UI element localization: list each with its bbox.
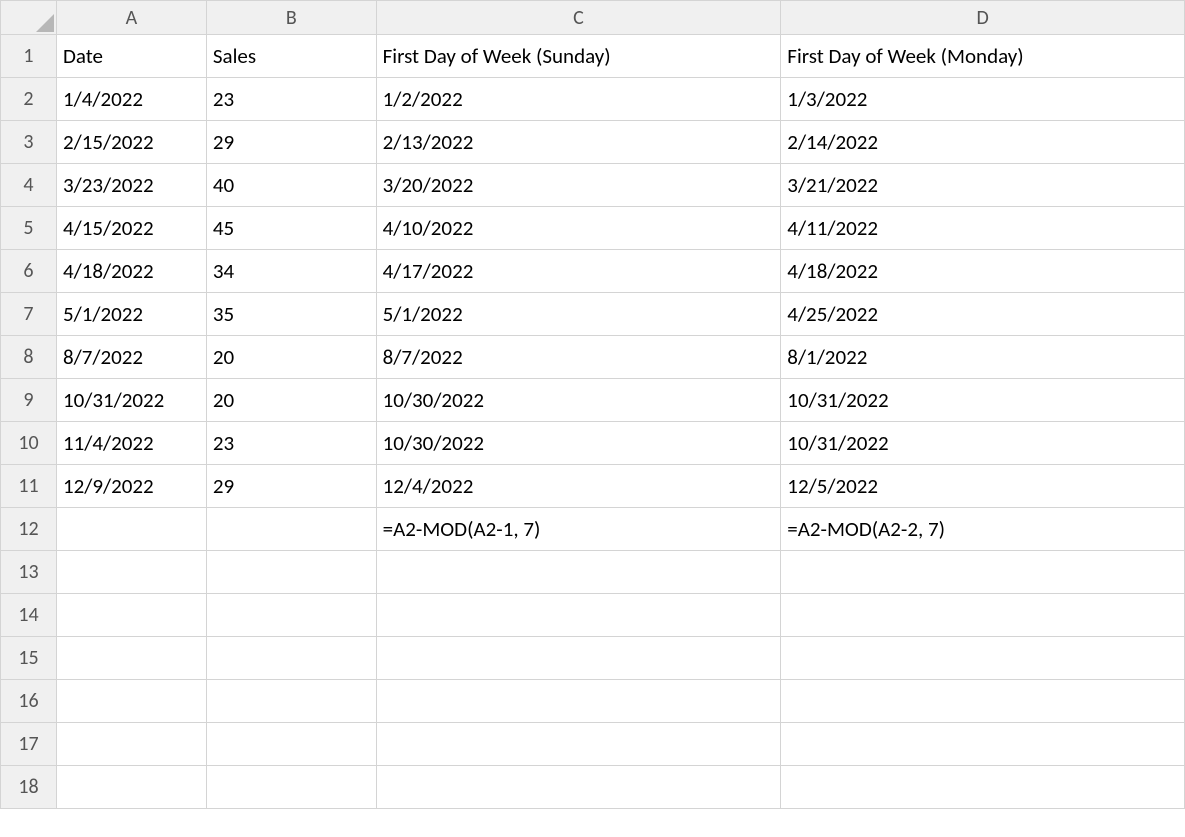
cell-C7[interactable]: 5/1/2022: [376, 293, 781, 336]
cell-D6[interactable]: 4/18/2022: [781, 250, 1185, 293]
cell-A8[interactable]: 8/7/2022: [56, 336, 206, 379]
cell-A15[interactable]: [56, 637, 206, 680]
cell-B4[interactable]: 40: [206, 164, 376, 207]
cell-C10[interactable]: 10/30/2022: [376, 422, 781, 465]
cell-D2[interactable]: 1/3/2022: [781, 78, 1185, 121]
cell-C8[interactable]: 8/7/2022: [376, 336, 781, 379]
cell-D5[interactable]: 4/11/2022: [781, 207, 1185, 250]
row-header-10[interactable]: 10: [1, 422, 57, 465]
cell-B16[interactable]: [206, 680, 376, 723]
row-header-16[interactable]: 16: [1, 680, 57, 723]
col-header-B[interactable]: B: [206, 1, 376, 35]
cell-D17[interactable]: [781, 723, 1185, 766]
cell-A5[interactable]: 4/15/2022: [56, 207, 206, 250]
row-header-14[interactable]: 14: [1, 594, 57, 637]
cell-C1[interactable]: First Day of Week (Sunday): [376, 35, 781, 78]
cell-A2[interactable]: 1/4/2022: [56, 78, 206, 121]
row-header-6[interactable]: 6: [1, 250, 57, 293]
cell-D10[interactable]: 10/31/2022: [781, 422, 1185, 465]
spreadsheet-grid[interactable]: A B C D 1 Date Sales First Day of Week (…: [0, 0, 1185, 809]
row-header-7[interactable]: 7: [1, 293, 57, 336]
cell-D18[interactable]: [781, 766, 1185, 809]
row-header-4[interactable]: 4: [1, 164, 57, 207]
row-header-3[interactable]: 3: [1, 121, 57, 164]
cell-A11[interactable]: 12/9/2022: [56, 465, 206, 508]
cell-A12[interactable]: [56, 508, 206, 551]
cell-A7[interactable]: 5/1/2022: [56, 293, 206, 336]
cell-A16[interactable]: [56, 680, 206, 723]
row-header-2[interactable]: 2: [1, 78, 57, 121]
row-header-15[interactable]: 15: [1, 637, 57, 680]
cell-B6[interactable]: 34: [206, 250, 376, 293]
cell-C17[interactable]: [376, 723, 781, 766]
cell-A18[interactable]: [56, 766, 206, 809]
col-header-A[interactable]: A: [56, 1, 206, 35]
col-header-C[interactable]: C: [376, 1, 781, 35]
cell-A13[interactable]: [56, 551, 206, 594]
row-header-8[interactable]: 8: [1, 336, 57, 379]
cell-A17[interactable]: [56, 723, 206, 766]
cell-D11[interactable]: 12/5/2022: [781, 465, 1185, 508]
row-header-9[interactable]: 9: [1, 379, 57, 422]
cell-C4[interactable]: 3/20/2022: [376, 164, 781, 207]
cell-B17[interactable]: [206, 723, 376, 766]
cell-B13[interactable]: [206, 551, 376, 594]
cell-A9[interactable]: 10/31/2022: [56, 379, 206, 422]
row-header-1[interactable]: 1: [1, 35, 57, 78]
cell-D12[interactable]: =A2-MOD(A2-2, 7): [781, 508, 1185, 551]
cell-D16[interactable]: [781, 680, 1185, 723]
select-all-icon: [36, 14, 54, 32]
cell-C15[interactable]: [376, 637, 781, 680]
cell-B5[interactable]: 45: [206, 207, 376, 250]
cell-A3[interactable]: 2/15/2022: [56, 121, 206, 164]
cell-B7[interactable]: 35: [206, 293, 376, 336]
cell-C12[interactable]: =A2-MOD(A2-1, 7): [376, 508, 781, 551]
row-header-11[interactable]: 11: [1, 465, 57, 508]
cell-B15[interactable]: [206, 637, 376, 680]
cell-B1[interactable]: Sales: [206, 35, 376, 78]
cell-C5[interactable]: 4/10/2022: [376, 207, 781, 250]
cell-D15[interactable]: [781, 637, 1185, 680]
cell-B3[interactable]: 29: [206, 121, 376, 164]
row-header-13[interactable]: 13: [1, 551, 57, 594]
cell-A1[interactable]: Date: [56, 35, 206, 78]
cell-B10[interactable]: 23: [206, 422, 376, 465]
cell-B14[interactable]: [206, 594, 376, 637]
cell-B2[interactable]: 23: [206, 78, 376, 121]
col-header-D[interactable]: D: [781, 1, 1185, 35]
row-header-12[interactable]: 12: [1, 508, 57, 551]
cell-C2[interactable]: 1/2/2022: [376, 78, 781, 121]
cell-A14[interactable]: [56, 594, 206, 637]
cell-D7[interactable]: 4/25/2022: [781, 293, 1185, 336]
cell-B9[interactable]: 20: [206, 379, 376, 422]
cell-D13[interactable]: [781, 551, 1185, 594]
cell-C13[interactable]: [376, 551, 781, 594]
row-header-17[interactable]: 17: [1, 723, 57, 766]
row-header-18[interactable]: 18: [1, 766, 57, 809]
cell-A4[interactable]: 3/23/2022: [56, 164, 206, 207]
cell-C16[interactable]: [376, 680, 781, 723]
row-header-5[interactable]: 5: [1, 207, 57, 250]
cell-D1[interactable]: First Day of Week (Monday): [781, 35, 1185, 78]
cell-D3[interactable]: 2/14/2022: [781, 121, 1185, 164]
cell-C18[interactable]: [376, 766, 781, 809]
cell-D9[interactable]: 10/31/2022: [781, 379, 1185, 422]
cell-D14[interactable]: [781, 594, 1185, 637]
cell-B12[interactable]: [206, 508, 376, 551]
cell-C14[interactable]: [376, 594, 781, 637]
cell-B8[interactable]: 20: [206, 336, 376, 379]
cell-A10[interactable]: 11/4/2022: [56, 422, 206, 465]
cell-C3[interactable]: 2/13/2022: [376, 121, 781, 164]
select-all-corner[interactable]: [1, 1, 57, 35]
cell-D4[interactable]: 3/21/2022: [781, 164, 1185, 207]
cell-D8[interactable]: 8/1/2022: [781, 336, 1185, 379]
cell-C11[interactable]: 12/4/2022: [376, 465, 781, 508]
cell-B11[interactable]: 29: [206, 465, 376, 508]
cell-C9[interactable]: 10/30/2022: [376, 379, 781, 422]
cell-C6[interactable]: 4/17/2022: [376, 250, 781, 293]
cell-A6[interactable]: 4/18/2022: [56, 250, 206, 293]
cell-B18[interactable]: [206, 766, 376, 809]
